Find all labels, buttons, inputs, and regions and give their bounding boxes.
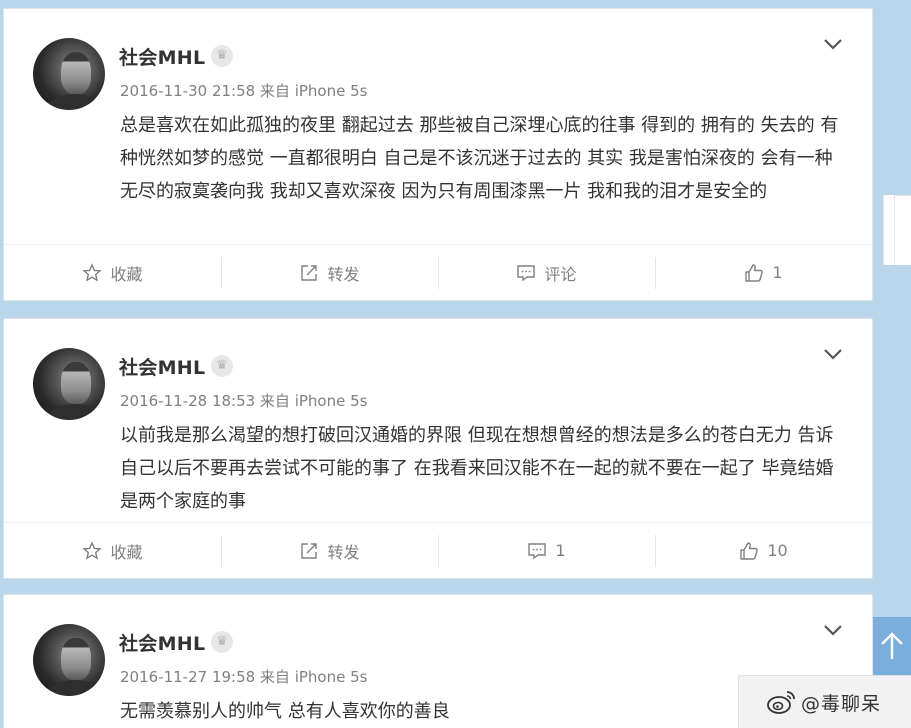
avatar[interactable] xyxy=(33,624,105,696)
comment-count: 1 xyxy=(555,541,566,560)
post-card: 社会MHL ♛ 2016-11-28 18:53 来自 iPhone 5s 以前… xyxy=(3,318,873,579)
post-text: 以前我是那么渴望的想打破回汉通婚的界限 但现在想想曾经的想法是多么的苍白无力 告… xyxy=(120,425,834,512)
star-icon xyxy=(82,262,103,282)
repost-button[interactable]: 转发 xyxy=(221,523,438,578)
star-icon xyxy=(82,540,103,560)
post-actions: 收藏 转发 评论 1 xyxy=(4,244,872,300)
avatar[interactable] xyxy=(33,38,105,110)
share-icon xyxy=(301,264,318,281)
watermark-text: @毒聊呆 xyxy=(801,692,882,715)
share-icon xyxy=(301,542,318,559)
comment-label: 评论 xyxy=(544,264,577,284)
favorite-label: 收藏 xyxy=(110,264,143,284)
author-name[interactable]: 社会MHL xyxy=(119,629,205,656)
comment-icon xyxy=(517,264,536,281)
like-button[interactable]: 1 xyxy=(655,245,872,300)
crown-icon[interactable]: ♛ xyxy=(211,45,233,67)
weibo-logo-icon xyxy=(767,691,795,714)
comment-button[interactable]: 1 xyxy=(438,523,655,578)
like-button[interactable]: 10 xyxy=(655,523,872,578)
chevron-down-icon[interactable] xyxy=(822,621,844,639)
comment-icon xyxy=(528,542,547,559)
thumbs-up-icon xyxy=(740,541,759,560)
back-to-top-button[interactable] xyxy=(873,617,911,675)
right-sidebar-panel xyxy=(883,195,911,265)
crown-icon[interactable]: ♛ xyxy=(211,631,233,653)
post-meta: 2016-11-30 21:58 来自 iPhone 5s xyxy=(120,82,368,100)
chevron-down-icon[interactable] xyxy=(822,35,844,53)
favorite-button[interactable]: 收藏 xyxy=(4,523,221,578)
post-text: 总是喜欢在如此孤独的夜里 翻起过去 那些被自己深埋心底的往事 得到的 拥有的 失… xyxy=(120,115,839,202)
author-name[interactable]: 社会MHL xyxy=(119,353,205,380)
repost-label: 转发 xyxy=(327,542,360,562)
comment-button[interactable]: 评论 xyxy=(438,245,655,300)
thumbs-up-icon xyxy=(745,263,764,282)
post-card: 社会MHL ♛ 2016-11-30 21:58 来自 iPhone 5s 总是… xyxy=(3,8,873,301)
favorite-label: 收藏 xyxy=(110,542,143,562)
avatar[interactable] xyxy=(33,348,105,420)
chevron-down-icon[interactable] xyxy=(822,345,844,363)
favorite-button[interactable]: 收藏 xyxy=(4,245,221,300)
crown-icon[interactable]: ♛ xyxy=(211,355,233,377)
repost-button[interactable]: 转发 xyxy=(221,245,438,300)
post-meta: 2016-11-27 19:58 来自 iPhone 5s xyxy=(120,668,368,686)
arrow-up-icon xyxy=(881,632,903,659)
like-count: 10 xyxy=(767,541,788,560)
post-actions: 收藏 转发 1 10 xyxy=(4,522,872,578)
author-name[interactable]: 社会MHL xyxy=(119,43,205,70)
post-meta: 2016-11-28 18:53 来自 iPhone 5s xyxy=(120,392,368,410)
repost-label: 转发 xyxy=(327,264,360,284)
watermark: @毒聊呆 xyxy=(738,675,911,728)
like-count: 1 xyxy=(772,263,783,282)
